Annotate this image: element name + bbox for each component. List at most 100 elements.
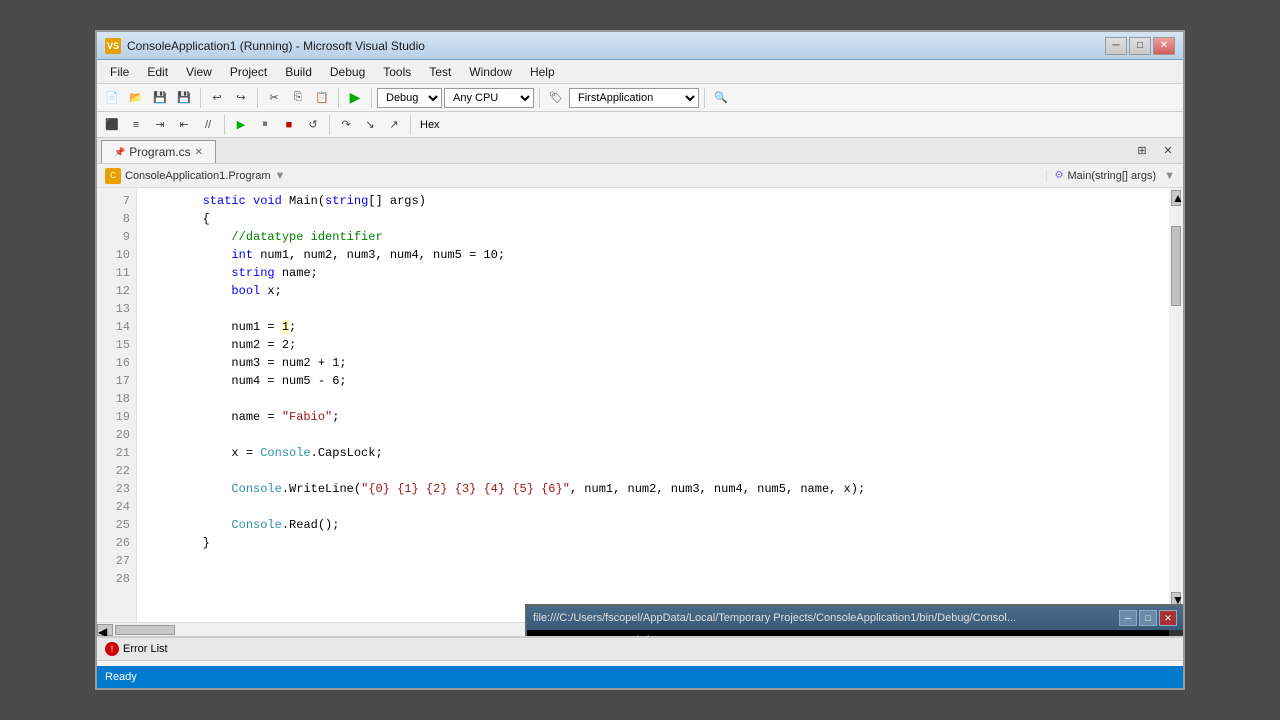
hscroll-thumb[interactable] bbox=[115, 625, 175, 635]
open-file-button[interactable]: 📂 bbox=[125, 87, 147, 109]
start-button[interactable]: ▶ bbox=[344, 87, 366, 109]
namespace-icon: C bbox=[105, 168, 121, 184]
code-lines[interactable]: static void Main(string[] args) { //data… bbox=[137, 188, 1169, 622]
tab-program-cs[interactable]: 📌 Program.cs ✕ bbox=[101, 140, 216, 163]
scroll-left-button[interactable]: ◀ bbox=[97, 624, 113, 636]
main-toolbar: 📄 📂 💾 💾 ↩ ↪ ✂ ⎘ 📋 ▶ Debug Any CPU 🏷 Firs… bbox=[97, 84, 1183, 112]
menu-tools[interactable]: Tools bbox=[374, 62, 420, 82]
breadcrumb-bar: C ConsoleApplication1.Program ▼ ⚙ Main(s… bbox=[97, 164, 1183, 188]
status-bar: Ready bbox=[97, 666, 1183, 688]
code-line-9: //datatype identifier bbox=[145, 228, 1161, 246]
sep6 bbox=[704, 88, 705, 108]
format-button[interactable]: ≡ bbox=[125, 114, 147, 136]
minimize-button[interactable]: ─ bbox=[1105, 37, 1127, 55]
console-title-text: file:///C:/Users/fscopel/AppData/Local/T… bbox=[533, 612, 1119, 624]
save-button[interactable]: 💾 bbox=[149, 87, 171, 109]
sep5 bbox=[539, 88, 540, 108]
code-line-27 bbox=[145, 552, 1161, 570]
new-file-button[interactable]: 📄 bbox=[101, 87, 123, 109]
close-button[interactable]: ✕ bbox=[1153, 37, 1175, 55]
sep1 bbox=[200, 88, 201, 108]
project-select[interactable]: FirstApplication bbox=[569, 88, 699, 108]
code-line-21: x = Console.CapsLock; bbox=[145, 444, 1161, 462]
error-list-tab: ! Error List bbox=[97, 638, 1183, 661]
outdent-button[interactable]: ⇤ bbox=[173, 114, 195, 136]
vs-window: VS ConsoleApplication1 (Running) - Micro… bbox=[95, 30, 1185, 690]
tab-bar: 📌 Program.cs ✕ ⊞ ✕ bbox=[97, 138, 1183, 164]
code-line-20 bbox=[145, 426, 1161, 444]
method-dropdown-icon[interactable]: ▼ bbox=[1164, 170, 1175, 182]
menu-file[interactable]: File bbox=[101, 62, 138, 82]
code-line-12: bool x; bbox=[145, 282, 1161, 300]
comment-button[interactable]: // bbox=[197, 114, 219, 136]
code-line-17: num4 = num5 - 6; bbox=[145, 372, 1161, 390]
breadcrumb-method: ⚙ Main(string[] args) ▼ bbox=[1055, 170, 1176, 182]
console-close-button[interactable]: ✕ bbox=[1159, 610, 1177, 626]
console-window: file:///C:/Users/fscopel/AppData/Local/T… bbox=[525, 604, 1183, 636]
console-title-bar: file:///C:/Users/fscopel/AppData/Local/T… bbox=[527, 606, 1183, 630]
console-minimize-button[interactable]: ─ bbox=[1119, 610, 1137, 626]
code-line-25: Console.Read(); bbox=[145, 516, 1161, 534]
code-line-13 bbox=[145, 300, 1161, 318]
dsep1 bbox=[224, 115, 225, 135]
console-output: 1 2 3 4 10 Fabio True bbox=[535, 634, 1175, 636]
sep4 bbox=[371, 88, 372, 108]
vertical-scrollbar[interactable]: ▲ ▼ bbox=[1169, 188, 1183, 622]
dsep3 bbox=[410, 115, 411, 135]
breadcrumb-method-text: Main(string[] args) bbox=[1067, 170, 1156, 182]
breadcrumb-right: ⚙ Main(string[] args) ▼ bbox=[1046, 170, 1184, 182]
tab-close-icon[interactable]: ✕ bbox=[195, 147, 203, 158]
title-bar: VS ConsoleApplication1 (Running) - Micro… bbox=[97, 32, 1183, 60]
code-line-24 bbox=[145, 498, 1161, 516]
undo-button[interactable]: ↩ bbox=[206, 87, 228, 109]
bottom-panel: ! Error List Ready bbox=[97, 636, 1183, 688]
restart-button[interactable]: ↺ bbox=[302, 114, 324, 136]
console-restore-button[interactable]: □ bbox=[1139, 610, 1157, 626]
menu-window[interactable]: Window bbox=[460, 62, 521, 82]
menu-edit[interactable]: Edit bbox=[138, 62, 177, 82]
step-over-button[interactable]: ↷ bbox=[335, 114, 357, 136]
stop-button[interactable]: ■ bbox=[278, 114, 300, 136]
status-text: Ready bbox=[105, 671, 137, 683]
pause-button[interactable]: ⏸ bbox=[254, 114, 276, 136]
copy-button[interactable]: ⎘ bbox=[287, 87, 309, 109]
bookmark-button[interactable]: ⬛ bbox=[101, 114, 123, 136]
code-line-10: int num1, num2, num3, num4, num5 = 10; bbox=[145, 246, 1161, 264]
code-line-28 bbox=[145, 570, 1161, 588]
tab-label: Program.cs bbox=[129, 145, 190, 159]
save-all-button[interactable]: 💾 bbox=[173, 87, 195, 109]
menu-test[interactable]: Test bbox=[420, 62, 460, 82]
menu-view[interactable]: View bbox=[177, 62, 221, 82]
continue-button[interactable]: ▶ bbox=[230, 114, 252, 136]
menu-debug[interactable]: Debug bbox=[321, 62, 374, 82]
console-content[interactable]: 1 2 3 4 10 Fabio True bbox=[527, 630, 1183, 636]
maximize-button[interactable]: □ bbox=[1129, 37, 1151, 55]
scroll-thumb[interactable] bbox=[1171, 226, 1181, 306]
step-out-button[interactable]: ↗ bbox=[383, 114, 405, 136]
code-line-22 bbox=[145, 462, 1161, 480]
step-into-button[interactable]: ↘ bbox=[359, 114, 381, 136]
breadcrumb-sep: ▼ bbox=[275, 170, 286, 182]
main-area: C ConsoleApplication1.Program ▼ ⚙ Main(s… bbox=[97, 164, 1183, 636]
find-button[interactable]: 🔍 bbox=[710, 87, 732, 109]
vs-icon: VS bbox=[105, 38, 121, 54]
paste-button[interactable]: 📋 bbox=[311, 87, 333, 109]
code-content: 7891011 1213141516 1718192021 2223242526… bbox=[97, 188, 1183, 622]
code-line-19: name = "Fabio"; bbox=[145, 408, 1161, 426]
breadcrumb-namespace: ConsoleApplication1.Program bbox=[125, 170, 271, 182]
debug-mode-select[interactable]: Debug bbox=[377, 88, 442, 108]
cpu-select[interactable]: Any CPU bbox=[444, 88, 534, 108]
redo-button[interactable]: ↪ bbox=[230, 87, 252, 109]
code-line-14: num1 = 1; bbox=[145, 318, 1161, 336]
menu-project[interactable]: Project bbox=[221, 62, 276, 82]
console-scrollbar[interactable] bbox=[1169, 630, 1183, 636]
split-view-button[interactable]: ⊞ bbox=[1131, 139, 1153, 161]
scroll-up-button[interactable]: ▲ bbox=[1171, 190, 1181, 206]
line-numbers: 7891011 1213141516 1718192021 2223242526… bbox=[97, 188, 137, 622]
pin-tab-button[interactable]: ✕ bbox=[1157, 139, 1179, 161]
cut-button[interactable]: ✂ bbox=[263, 87, 285, 109]
menu-help[interactable]: Help bbox=[521, 62, 564, 82]
error-list-tab-item[interactable]: ! Error List bbox=[105, 642, 168, 656]
indent-button[interactable]: ⇥ bbox=[149, 114, 171, 136]
menu-build[interactable]: Build bbox=[276, 62, 321, 82]
